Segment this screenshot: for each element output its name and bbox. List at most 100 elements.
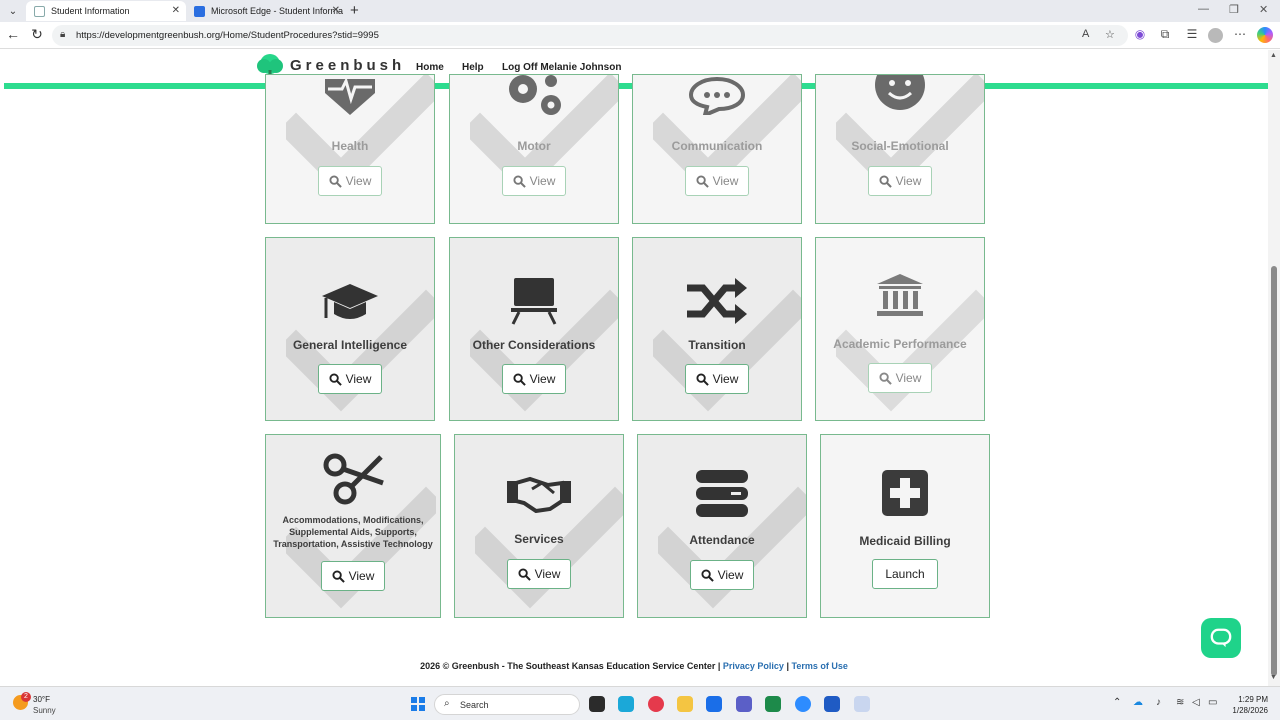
clock-time: 1:29 PM bbox=[1238, 695, 1268, 704]
tab-bar: ⌄ Student Information ✕ Microsoft Edge -… bbox=[0, 0, 1280, 22]
tile-label: Transition bbox=[688, 338, 746, 352]
button-label: View bbox=[534, 567, 561, 581]
tile-label: General Intelligence bbox=[292, 338, 408, 352]
page-content: Greenbush Home Help Log Off Melanie John… bbox=[0, 50, 1268, 686]
weather-temperature[interactable]: 30°F bbox=[33, 695, 50, 704]
taskbar-search[interactable]: ⌕ Search bbox=[434, 694, 580, 715]
magnifier-icon bbox=[329, 174, 342, 188]
smiley-icon bbox=[875, 75, 925, 110]
restore-icon[interactable]: ❐ bbox=[1229, 3, 1239, 16]
launch-button[interactable]: Launch bbox=[872, 559, 938, 589]
view-button[interactable]: View bbox=[502, 364, 566, 394]
outlook-icon[interactable] bbox=[824, 696, 840, 712]
file-explorer-icon[interactable] bbox=[677, 696, 693, 712]
extension-icon[interactable]: ◉ bbox=[1131, 27, 1149, 41]
tile-motor: Motor View bbox=[449, 74, 619, 224]
taskbar: 2 30°F Sunny ⌕ Search ⌃ ☁ ♪ ≋ ◁ ▭ 1:29 P… bbox=[0, 686, 1280, 720]
excel-icon[interactable] bbox=[765, 696, 781, 712]
back-icon[interactable]: ← bbox=[4, 26, 22, 42]
nav-help[interactable]: Help bbox=[462, 62, 484, 73]
favorite-star-icon[interactable]: ☆ bbox=[1105, 28, 1115, 41]
gears-icon bbox=[509, 75, 561, 115]
button-label: View bbox=[345, 174, 372, 188]
weather-badge: 2 bbox=[21, 692, 31, 702]
view-button[interactable]: View bbox=[690, 560, 754, 590]
scroll-up-icon[interactable]: ▲ bbox=[1270, 52, 1277, 59]
url-field[interactable]: 🔒︎ https://developmentgreenbush.org/Home… bbox=[52, 25, 1128, 46]
search-icon: ⌕ bbox=[444, 698, 450, 709]
microphone-icon[interactable]: ♪ bbox=[1156, 697, 1161, 708]
tile-label: Social-Emotional bbox=[851, 139, 949, 153]
copilot-icon[interactable] bbox=[1257, 27, 1273, 43]
close-icon[interactable]: ✕ bbox=[332, 5, 340, 16]
nav-home[interactable]: Home bbox=[416, 62, 444, 73]
view-button[interactable]: View bbox=[868, 363, 932, 393]
button-label: View bbox=[895, 174, 922, 188]
view-button[interactable]: View bbox=[507, 559, 571, 589]
tab-student-information[interactable]: Student Information ✕ bbox=[26, 1, 186, 21]
close-icon[interactable]: ✕ bbox=[172, 5, 180, 16]
tab-actions-icon[interactable]: ⌄ bbox=[5, 3, 21, 19]
view-button[interactable]: View bbox=[868, 166, 932, 196]
vertical-scrollbar[interactable]: ▲ ▼ bbox=[1268, 50, 1280, 686]
handshake-icon bbox=[507, 476, 571, 513]
minimize-icon[interactable]: — bbox=[1198, 3, 1209, 15]
onedrive-icon[interactable]: ☁ bbox=[1133, 697, 1143, 708]
wifi-icon[interactable]: ≋ bbox=[1176, 697, 1184, 708]
extensions-puzzle-icon[interactable]: ⧉ bbox=[1156, 27, 1174, 42]
edge-app-icon[interactable] bbox=[618, 696, 634, 712]
snipping-tool-icon[interactable] bbox=[854, 696, 870, 712]
tab-edge-student-information[interactable]: Microsoft Edge - Student Informa ✕ bbox=[186, 1, 346, 21]
tile-label: Other Considerations bbox=[472, 338, 596, 352]
volume-icon[interactable]: ◁ bbox=[1192, 697, 1200, 708]
view-button[interactable]: View bbox=[502, 166, 566, 196]
terms-of-use-link[interactable]: Terms of Use bbox=[792, 661, 848, 671]
tile-label: Motor bbox=[517, 139, 551, 153]
view-button[interactable]: View bbox=[318, 364, 382, 394]
tile-services: Services View bbox=[454, 434, 624, 618]
view-button[interactable]: View bbox=[685, 364, 749, 394]
view-button[interactable]: View bbox=[318, 166, 382, 196]
profile-avatar[interactable] bbox=[1208, 28, 1223, 43]
scroll-down-icon[interactable]: ▼ bbox=[1270, 674, 1277, 681]
brand-name[interactable]: Greenbush bbox=[290, 57, 405, 74]
zoom-icon[interactable] bbox=[795, 696, 811, 712]
heartbeat-icon bbox=[325, 76, 375, 115]
read-aloud-icon[interactable]: A bbox=[1082, 28, 1089, 40]
favorites-icon[interactable]: ☰ bbox=[1183, 27, 1201, 41]
plus-square-icon bbox=[882, 470, 928, 516]
nav-log-off[interactable]: Log Off Melanie Johnson bbox=[502, 62, 621, 73]
tile-health: Health View bbox=[265, 74, 435, 224]
more-icon[interactable]: ⋯ bbox=[1231, 27, 1249, 41]
teams-icon[interactable] bbox=[736, 696, 752, 712]
scroll-thumb[interactable] bbox=[1271, 266, 1277, 676]
battery-icon[interactable]: ▭ bbox=[1208, 697, 1217, 708]
magnifier-icon bbox=[513, 372, 526, 386]
view-button[interactable]: View bbox=[321, 561, 385, 591]
windows-logo-icon bbox=[411, 697, 417, 703]
chat-button[interactable] bbox=[1201, 618, 1241, 658]
edge-icon bbox=[194, 5, 205, 17]
tile-label: Attendance bbox=[689, 533, 755, 547]
settings-app-icon[interactable] bbox=[706, 696, 722, 712]
tray-chevron-icon[interactable]: ⌃ bbox=[1113, 697, 1121, 708]
tile-attendance: Attendance View bbox=[637, 434, 807, 618]
magnifier-icon bbox=[513, 174, 526, 188]
magnifier-icon bbox=[518, 567, 531, 581]
tile-social-emotional: Social-Emotional View bbox=[815, 74, 985, 224]
weather-condition[interactable]: Sunny bbox=[33, 706, 56, 715]
tile-label: Health bbox=[331, 139, 369, 153]
view-button[interactable]: View bbox=[685, 166, 749, 196]
footer: 2026 © Greenbush - The Southeast Kansas … bbox=[0, 661, 1268, 671]
button-label: View bbox=[529, 372, 556, 386]
windows-logo-icon bbox=[419, 705, 425, 711]
system-clock[interactable]: 1:29 PM 1/28/2026 bbox=[1226, 694, 1268, 716]
graduation-cap-icon bbox=[322, 284, 378, 319]
new-tab-icon[interactable]: + bbox=[350, 2, 359, 19]
privacy-policy-link[interactable]: Privacy Policy bbox=[723, 661, 784, 671]
start-button[interactable] bbox=[411, 697, 425, 711]
refresh-icon[interactable]: ↻ bbox=[28, 26, 46, 43]
close-window-icon[interactable]: ✕ bbox=[1259, 3, 1268, 16]
app-icon[interactable] bbox=[648, 696, 664, 712]
task-view-icon[interactable] bbox=[589, 696, 605, 712]
